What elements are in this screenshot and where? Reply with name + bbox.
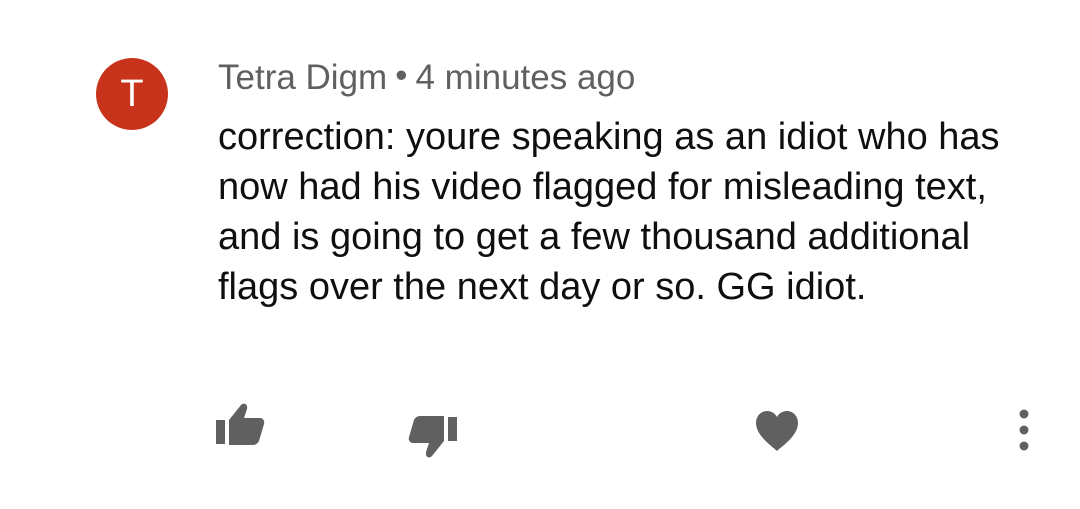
comment-meta: Tetra Digm • 4 minutes ago xyxy=(218,56,635,100)
more-options-button[interactable] xyxy=(1012,406,1036,454)
thumbs-up-icon xyxy=(216,403,265,445)
like-button[interactable] xyxy=(215,403,265,445)
comment-text: correction: youre speaking as an idiot w… xyxy=(218,116,1000,308)
heart-icon xyxy=(756,411,798,451)
heart-button[interactable] xyxy=(754,410,800,452)
more-vert-icon xyxy=(1019,409,1029,451)
thumbs-down-icon xyxy=(408,416,457,458)
comment-item: T Tetra Digm • 4 minutes ago correction: y… xyxy=(0,0,1080,509)
author-name[interactable]: Tetra Digm xyxy=(218,58,387,97)
comment-timestamp: 4 minutes ago xyxy=(415,58,636,97)
avatar[interactable]: T xyxy=(96,58,168,130)
meta-separator: • xyxy=(395,56,408,95)
dislike-button[interactable] xyxy=(408,416,458,460)
